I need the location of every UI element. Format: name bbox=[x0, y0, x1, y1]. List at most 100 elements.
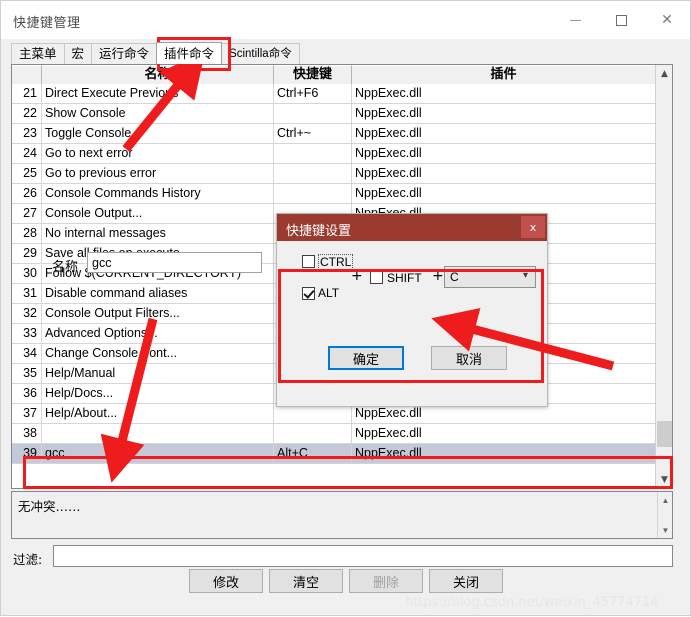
alt-checkbox[interactable] bbox=[302, 287, 315, 300]
conflict-text: 无冲突…… bbox=[18, 499, 81, 514]
conflict-scroll-down-icon[interactable]: ▼ bbox=[658, 523, 673, 537]
cell-index: 38 bbox=[12, 424, 42, 443]
tab-run-commands[interactable]: 运行命令 bbox=[91, 43, 158, 64]
alt-label: ALT bbox=[318, 286, 340, 300]
cell-index: 29 bbox=[12, 244, 42, 263]
dialog-cancel-button[interactable]: 取消 bbox=[431, 346, 507, 370]
cell-plugin: NppExec.dll bbox=[355, 146, 422, 160]
cell-index: 34 bbox=[12, 344, 42, 363]
plus-separator-1: + bbox=[351, 268, 363, 284]
close-dialog-button[interactable]: 关闭 bbox=[429, 569, 503, 593]
cell-plugin: NppExec.dll bbox=[355, 426, 422, 440]
tab-main-menu[interactable]: 主菜单 bbox=[11, 43, 65, 64]
cell-shortcut: Ctrl+~ bbox=[274, 124, 352, 143]
cell-shortcut: Ctrl+F6 bbox=[274, 84, 352, 103]
cell-name: Console Output Filters... bbox=[42, 304, 274, 323]
column-header-shortcut[interactable]: 快捷键 bbox=[274, 65, 352, 84]
page-title: 快捷键管理 bbox=[13, 16, 81, 31]
cell-index: 26 bbox=[12, 184, 42, 203]
table-row[interactable]: 37 Help/About... NppExec.dll bbox=[12, 404, 672, 424]
scroll-down-icon[interactable]: ▼ bbox=[656, 471, 672, 488]
cell-shortcut bbox=[274, 104, 352, 123]
dialog-close-icon[interactable]: x bbox=[521, 216, 545, 238]
cell-plugin: NppExec.dll bbox=[355, 166, 422, 180]
watermark-text: https://blog.csdn.net/weixin_45774714 bbox=[405, 595, 659, 610]
modify-button[interactable]: 修改 bbox=[189, 569, 263, 593]
cell-index: 21 bbox=[12, 84, 42, 103]
table-row[interactable]: 25 Go to previous error NppExec.dll bbox=[12, 164, 672, 184]
filter-label: 过滤: bbox=[13, 552, 43, 567]
plus-separator-2: + bbox=[432, 268, 444, 284]
table-row[interactable]: 38 NppExec.dll bbox=[12, 424, 672, 444]
close-icon: ✕ bbox=[661, 12, 673, 28]
conflict-scrollbar[interactable]: ▲ ▼ bbox=[657, 492, 672, 538]
close-button[interactable]: ✕ bbox=[644, 1, 690, 39]
maximize-icon bbox=[615, 14, 627, 26]
dialog-title-bar: 快捷键设置 x bbox=[277, 214, 547, 241]
cell-shortcut bbox=[274, 424, 352, 443]
scrollbar-thumb[interactable] bbox=[657, 421, 672, 447]
cell-index: 35 bbox=[12, 364, 42, 383]
cell-index: 33 bbox=[12, 324, 42, 343]
dialog-title: 快捷键设置 bbox=[286, 224, 352, 239]
cell-shortcut bbox=[274, 164, 352, 183]
tab-strip: 主菜单 宏 运行命令 插件命令 Scintilla命令 bbox=[11, 42, 671, 65]
cell-plugin: NppExec.dll bbox=[355, 86, 422, 100]
tab-plugin-commands[interactable]: 插件命令 bbox=[156, 42, 223, 64]
cell-plugin: NppExec.dll bbox=[355, 446, 422, 460]
table-row[interactable]: 39 gcc Alt+C NppExec.dll bbox=[12, 444, 672, 464]
dialog-name-label: 名称 bbox=[52, 260, 79, 275]
cell-name: Go to previous error bbox=[42, 164, 274, 183]
cell-index: 36 bbox=[12, 384, 42, 403]
cell-name: Change Console Font... bbox=[42, 344, 274, 363]
column-header-index[interactable] bbox=[12, 65, 42, 84]
dialog-ok-button[interactable]: 确定 bbox=[328, 346, 404, 370]
cell-index: 39 bbox=[12, 444, 42, 463]
window-controls: ✕ bbox=[552, 1, 690, 39]
cell-index: 31 bbox=[12, 284, 42, 303]
shift-label: SHIFT bbox=[387, 271, 422, 285]
cell-index: 28 bbox=[12, 224, 42, 243]
key-select[interactable]: C ▾ bbox=[444, 266, 536, 288]
list-vertical-scrollbar[interactable]: ▲ ▼ bbox=[655, 65, 672, 488]
clear-button[interactable]: 清空 bbox=[269, 569, 343, 593]
cell-shortcut bbox=[274, 144, 352, 163]
cell-plugin: NppExec.dll bbox=[355, 126, 422, 140]
cell-name: Console Output... bbox=[42, 204, 274, 223]
delete-button[interactable]: 删除 bbox=[349, 569, 423, 593]
table-row[interactable]: 23 Toggle Console Ctrl+~ NppExec.dll bbox=[12, 124, 672, 144]
tab-macro[interactable]: 宏 bbox=[63, 43, 93, 64]
cell-shortcut bbox=[274, 184, 352, 203]
tab-scintilla-commands[interactable]: Scintilla命令 bbox=[221, 43, 300, 64]
cell-name bbox=[42, 424, 274, 443]
table-row[interactable]: 22 Show Console NppExec.dll bbox=[12, 104, 672, 124]
filter-input[interactable] bbox=[53, 545, 673, 567]
conflict-info-box: 无冲突…… ▲ ▼ bbox=[11, 491, 673, 539]
title-bar: 快捷键管理 ✕ bbox=[1, 1, 690, 39]
dialog-name-input[interactable] bbox=[87, 252, 262, 273]
cell-index: 37 bbox=[12, 404, 42, 423]
conflict-scroll-up-icon[interactable]: ▲ bbox=[658, 493, 673, 507]
ctrl-label: CTRL bbox=[318, 254, 354, 270]
minimize-button[interactable] bbox=[552, 1, 598, 39]
cell-index: 30 bbox=[12, 264, 42, 283]
chevron-down-icon: ▾ bbox=[522, 270, 528, 281]
cell-name: Direct Execute Previous bbox=[42, 84, 274, 103]
ctrl-checkbox[interactable] bbox=[302, 255, 315, 268]
shortcut-settings-dialog: 快捷键设置 x CTRL + SHIFT + ALT C ▾ 确定 取消 bbox=[276, 213, 548, 407]
maximize-button[interactable] bbox=[598, 1, 644, 39]
scroll-up-icon[interactable]: ▲ bbox=[656, 65, 672, 82]
cell-name: Help/Docs... bbox=[42, 384, 274, 403]
shift-checkbox[interactable] bbox=[370, 271, 383, 284]
column-header-plugin[interactable]: 插件 bbox=[352, 65, 655, 84]
cell-plugin: NppExec.dll bbox=[355, 106, 422, 120]
table-row[interactable]: 24 Go to next error NppExec.dll bbox=[12, 144, 672, 164]
cell-name: No internal messages bbox=[42, 224, 274, 243]
cell-index: 23 bbox=[12, 124, 42, 143]
cell-name: Advanced Options... bbox=[42, 324, 274, 343]
table-header-row: 名称 快捷键 插件 bbox=[12, 65, 672, 84]
table-row[interactable]: 21 Direct Execute Previous Ctrl+F6 NppExec.… bbox=[12, 84, 672, 104]
table-row[interactable]: 26 Console Commands History NppExec.dll bbox=[12, 184, 672, 204]
column-header-name[interactable]: 名称 bbox=[42, 65, 274, 84]
cell-index: 24 bbox=[12, 144, 42, 163]
